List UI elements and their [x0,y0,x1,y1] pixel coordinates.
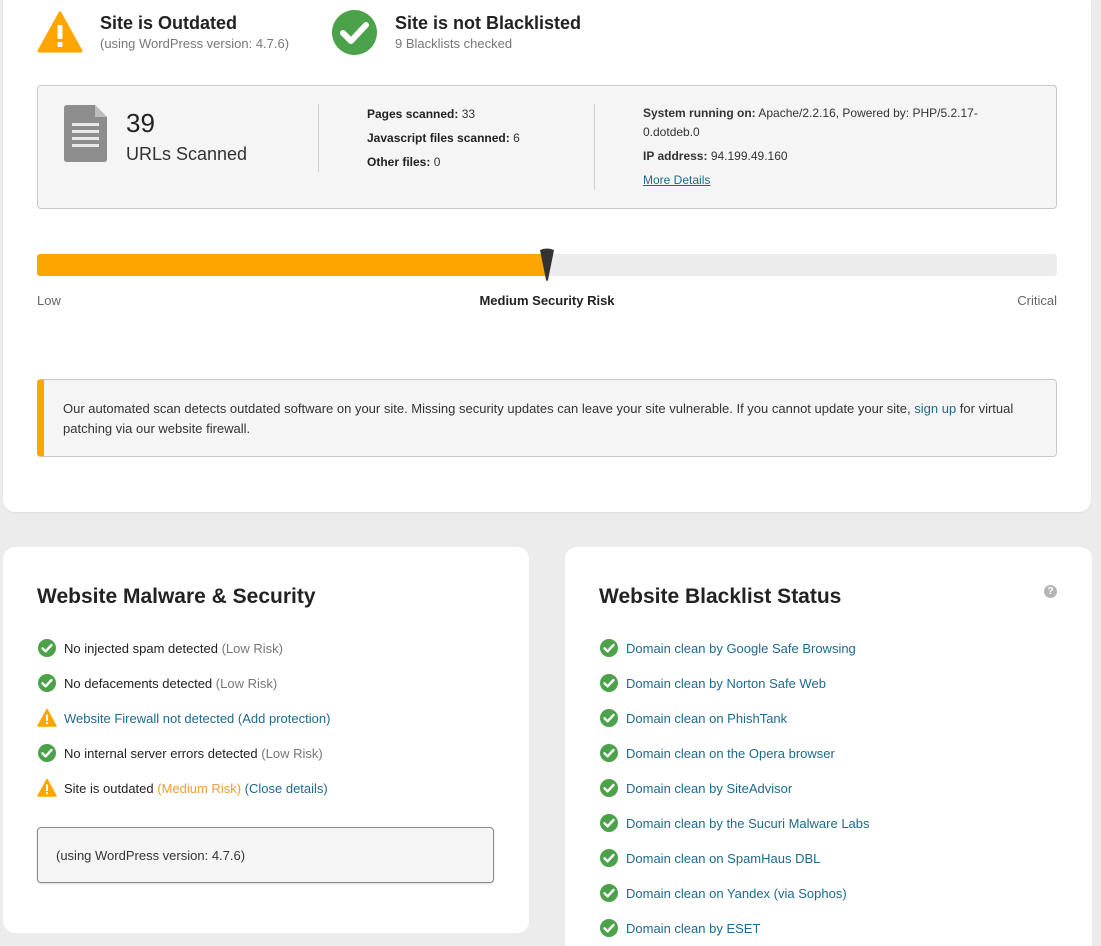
document-icon [64,105,107,162]
warning-triangle-icon [37,708,57,727]
blacklist-item-label[interactable]: Domain clean by ESET [626,921,760,936]
malware-item: No injected spam detected (Low Risk) [37,638,283,658]
divider [318,104,319,172]
ip-address: IP address: 94.199.49.160 [643,149,788,163]
malware-item: Site is outdated (Medium Risk) (Close de… [37,778,328,798]
firewall-link[interactable]: Website Firewall not detected [64,711,234,726]
alert-text: Our automated scan detects outdated soft… [63,401,915,416]
check-circle-icon [600,744,618,762]
malware-item: No defacements detected (Low Risk) [37,673,277,693]
add-protection-link[interactable]: (Add protection) [238,711,331,726]
check-circle-icon [600,814,618,832]
blacklist-subtitle: 9 Blacklists checked [395,36,513,51]
outdated-status: Site is Outdated (using WordPress versio… [37,11,289,53]
blacklist-card-title: Website Blacklist Status [599,585,842,608]
blacklist-item-label[interactable]: Domain clean by SiteAdvisor [626,781,792,796]
check-circle-icon [38,744,56,762]
js-files-scanned: Javascript files scanned: 6 [367,131,520,145]
divider [594,104,595,190]
blacklist-item[interactable]: Domain clean on the Opera browser [599,743,835,763]
help-icon[interactable]: ? [1044,585,1057,598]
blacklist-item[interactable]: Domain clean by ESET [599,918,760,938]
check-circle-icon [600,919,618,937]
blacklist-item-label[interactable]: Domain clean on PhishTank [626,711,787,726]
blacklist-item-label[interactable]: Domain clean on SpamHaus DBL [626,851,820,866]
malware-item: No internal server errors detected (Low … [37,743,323,763]
check-circle-icon [600,639,618,657]
check-circle-icon [38,674,56,692]
blacklist-item[interactable]: Domain clean by Norton Safe Web [599,673,826,693]
urls-scanned-count: 39 [126,108,155,138]
check-circle-icon [600,884,618,902]
outdated-title: Site is Outdated [100,13,238,33]
blacklist-item-label[interactable]: Domain clean on the Opera browser [626,746,835,761]
warning-triangle-icon [37,11,83,53]
pages-scanned: Pages scanned: 33 [367,107,476,121]
blacklist-status-card: Website Blacklist Status ? Domain clean … [565,547,1092,946]
system-running-on: System running on: Apache/2.2.16, Powere… [643,106,978,120]
outdated-subtitle: (using WordPress version: 4.7.6) [100,36,290,51]
check-circle-icon [600,709,618,727]
malware-item[interactable]: Website Firewall not detected (Add prote… [37,708,330,728]
blacklist-title: Site is not Blacklisted [395,13,582,33]
blacklist-item-label[interactable]: Domain clean on Yandex (via Sophos) [626,886,847,901]
blacklist-item[interactable]: Domain clean on PhishTank [599,708,787,728]
check-circle-icon [600,849,618,867]
scan-info-box: 39 URLs Scanned Pages scanned: 33 Javasc… [37,85,1057,209]
blacklist-item[interactable]: Domain clean on Yandex (via Sophos) [599,883,847,903]
blacklist-item-label[interactable]: Domain clean by the Sucuri Malware Labs [626,816,870,831]
blacklist-item-label[interactable]: Domain clean by Google Safe Browsing [626,641,856,656]
blacklist-item[interactable]: Domain clean on SpamHaus DBL [599,848,820,868]
system-running-on-cont: 0.dotdeb.0 [643,125,700,139]
malware-security-card: Website Malware & Security No injected s… [3,547,529,933]
risk-critical-label: Critical [1017,293,1057,308]
medium-risk-label: (Medium Risk) [157,780,242,796]
check-circle-icon [600,779,618,797]
blacklist-item[interactable]: Domain clean by SiteAdvisor [599,778,792,798]
outdated-details-box: (using WordPress version: 4.7.6) [37,827,494,883]
urls-scanned-label: URLs Scanned [126,144,248,164]
check-circle-icon [38,639,56,657]
risk-marker-icon [540,248,554,281]
file-stats: Pages scanned: 33 Javascript files scann… [367,102,520,174]
server-info: System running on: Apache/2.2.16, Powere… [643,104,1023,189]
blacklist-item-label[interactable]: Domain clean by Norton Safe Web [626,676,826,691]
malware-card-title: Website Malware & Security [37,585,316,608]
outdated-alert: Our automated scan detects outdated soft… [37,379,1057,457]
blacklist-status: Site is not Blacklisted 9 Blacklists che… [332,10,581,55]
warning-triangle-icon [37,778,57,797]
risk-meter [37,248,1057,281]
risk-level-label: Medium Security Risk [479,293,615,308]
risk-meter-fill [37,254,547,276]
check-circle-icon [332,10,377,55]
sign-up-link[interactable]: sign up [914,401,956,416]
more-details-link[interactable]: More Details [643,173,710,187]
close-details-link[interactable]: (Close details) [245,781,328,796]
check-circle-icon [600,674,618,692]
blacklist-item[interactable]: Domain clean by Google Safe Browsing [599,638,856,658]
other-files: Other files: 0 [367,155,441,169]
blacklist-item[interactable]: Domain clean by the Sucuri Malware Labs [599,813,870,833]
